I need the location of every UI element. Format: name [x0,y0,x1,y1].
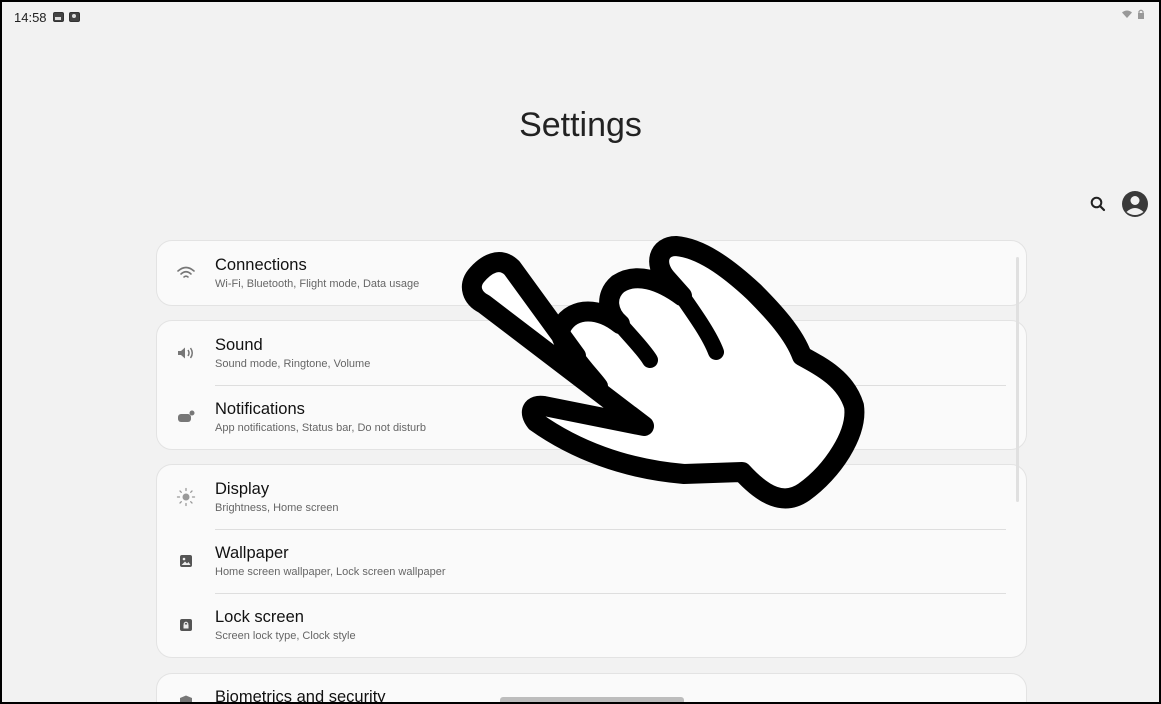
item-subtitle: Home screen wallpaper, Lock screen wallp… [215,566,446,578]
notification-icon [178,410,195,422]
wallpaper-icon [180,555,192,567]
status-time: 14:58 [14,9,47,25]
item-title: Lock screen [215,608,304,626]
settings-item-wallpaper[interactable]: Wallpaper Home screen wallpaper, Lock sc… [157,529,1026,593]
item-title: Notifications [215,400,305,418]
item-subtitle: Brightness, Home screen [215,502,339,514]
lock-icon [1138,9,1144,19]
search-icon [1090,196,1106,212]
wifi-icon [177,266,195,278]
account-icon [1122,191,1148,217]
item-title: Wallpaper [215,544,289,562]
home-indicator[interactable] [500,697,684,702]
record-icon [68,12,80,22]
item-subtitle: Sound mode, Ringtone, Volume [215,358,371,370]
item-subtitle: Screen lock type, Clock style [215,630,356,642]
item-subtitle: Wi-Fi, Bluetooth, Flight mode, Data usag… [215,278,420,290]
item-title: Biometrics and security [215,688,386,704]
page-title: Settings [519,106,642,144]
brightness-icon [176,487,196,507]
item-title: Sound [215,336,263,354]
search-button[interactable] [1089,195,1107,213]
status-right-icons [1121,9,1145,22]
lock-icon [180,619,192,631]
item-subtitle: App notifications, Status bar, Do not di… [215,422,426,434]
shield-icon [180,695,192,702]
scrollbar[interactable] [1016,257,1019,502]
account-button[interactable] [1121,190,1149,218]
speaker-icon [178,347,193,359]
settings-item-lock-screen[interactable]: Lock screen Screen lock type, Clock styl… [157,593,1026,657]
item-title: Display [215,480,270,498]
header-actions [1089,190,1149,218]
status-bar: 14:58 [2,2,1159,32]
item-title: Connections [215,256,307,274]
pointing-hand-icon [461,236,865,509]
wifi-icon [1122,10,1133,18]
settings-screen: 14:58 Settings Connections Wi-Fi, Blueto… [0,0,1161,704]
photo-icon [52,12,64,22]
